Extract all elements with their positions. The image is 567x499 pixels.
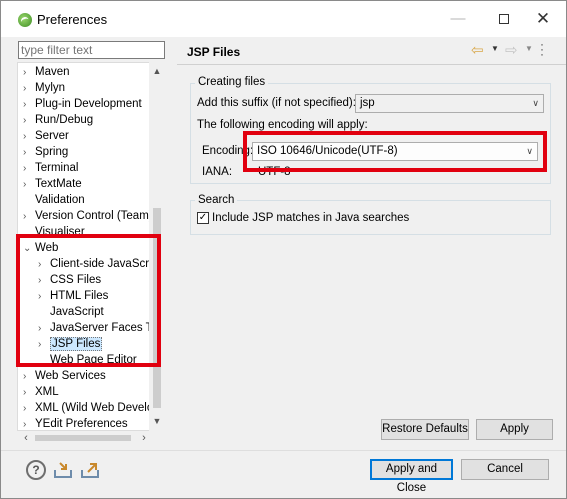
chevron-right-icon[interactable]: › [23, 401, 35, 417]
chevron-right-icon[interactable]: › [23, 177, 35, 193]
tree-item-yedit-preferences[interactable]: › YEdit Preferences [23, 416, 128, 430]
tree-item-xml-wild-web-developer[interactable]: › XML (Wild Web Developer) [23, 400, 165, 417]
tree-item-terminal[interactable]: › Terminal [23, 160, 78, 176]
tree-item-spring[interactable]: › Spring [23, 144, 68, 160]
chevron-right-icon[interactable]: › [23, 65, 35, 81]
tree-item-plugin-development[interactable]: › Plug-in Development [23, 96, 142, 112]
tree-item-label: XML [35, 386, 59, 398]
include-jsp-label[interactable]: Include JSP matches in Java searches [212, 212, 409, 224]
tree-item-maven[interactable]: › Maven [23, 64, 70, 80]
close-button[interactable]: ✕ [520, 1, 566, 37]
import-icon[interactable] [53, 460, 73, 480]
tree-item-web-services[interactable]: › Web Services [23, 368, 106, 384]
apply-and-close-button[interactable]: Apply and Close [370, 459, 453, 494]
chevron-down-icon: ∨ [532, 98, 539, 108]
forward-arrow-icon[interactable]: ⇨ [505, 41, 518, 59]
window-title: Preferences [37, 12, 108, 27]
preferences-window: Preferences — ✕ ›Maven ›Mylyn ›Plug-in D… [0, 0, 567, 499]
help-icon[interactable]: ? [26, 460, 46, 480]
page-title: JSP Files [187, 45, 241, 59]
tree-item-server[interactable]: › Server [23, 128, 69, 144]
tree-item-label: XML (Wild Web Developer) [35, 402, 165, 414]
chevron-right-icon[interactable]: › [23, 97, 35, 113]
export-icon[interactable] [80, 460, 100, 480]
tree-item-run-debug[interactable]: › Run/Debug [23, 112, 93, 128]
cancel-button[interactable]: Cancel [461, 459, 549, 480]
chevron-right-icon[interactable]: › [23, 129, 35, 145]
tree-horizontal-scrollbar[interactable]: ‹ › [17, 431, 165, 445]
tree-item-label: Spring [35, 146, 69, 158]
annotation-highlight-web-group [16, 234, 161, 367]
tree-item-label: Plug-in Development [35, 98, 142, 110]
creating-files-label: Creating files [195, 76, 269, 88]
encoding-note: The following encoding will apply: [197, 119, 368, 131]
suffix-value: jsp [360, 97, 375, 109]
chevron-right-icon[interactable]: › [23, 209, 35, 225]
tree-item-label: TextMate [35, 178, 82, 190]
title-separator [177, 64, 566, 65]
scroll-down-icon[interactable]: ▼ [149, 414, 165, 428]
chevron-right-icon[interactable]: › [23, 417, 35, 430]
eclipse-app-icon [18, 13, 32, 27]
tree-item-mylyn[interactable]: › Mylyn [23, 80, 65, 96]
tree-item-label: Version Control (Team) [35, 210, 153, 222]
scroll-left-icon[interactable]: ‹ [19, 431, 33, 445]
footer-separator [1, 450, 566, 451]
iana-label: IANA: [202, 166, 233, 178]
tree-item-xml[interactable]: › XML [23, 384, 59, 400]
tree-item-label: Server [35, 130, 69, 142]
tree-item-label: Mylyn [35, 82, 66, 94]
tree-item-version-control[interactable]: › Version Control (Team) [23, 208, 153, 224]
suffix-select[interactable]: jsp ∨ [355, 94, 544, 113]
filter-input[interactable] [18, 41, 165, 59]
tree-item-label: Web Services [35, 370, 106, 382]
chevron-right-icon[interactable]: › [23, 81, 35, 97]
search-label: Search [195, 194, 238, 206]
chevron-right-icon[interactable]: › [23, 113, 35, 129]
chevron-right-icon[interactable]: › [23, 145, 35, 161]
tree-item-label: Terminal [35, 162, 79, 174]
back-history-dropdown-icon[interactable]: ▼ [491, 44, 499, 53]
title-bar: Preferences — ✕ [1, 1, 566, 37]
tree-item-label: Maven [35, 66, 70, 78]
minimize-button[interactable]: — [435, 1, 481, 37]
include-jsp-checkbox[interactable]: ✓ [197, 212, 209, 224]
scroll-right-icon[interactable]: › [137, 431, 151, 445]
scroll-up-icon[interactable]: ▲ [149, 64, 165, 78]
tree-item-label: YEdit Preferences [35, 418, 128, 430]
forward-history-dropdown-icon[interactable]: ▼ [525, 44, 533, 53]
suffix-label: Add this suffix (if not specified): [197, 97, 356, 109]
apply-button[interactable]: Apply [476, 419, 553, 440]
chevron-right-icon[interactable]: › [23, 369, 35, 385]
scrollbar-thumb[interactable] [35, 435, 131, 441]
view-menu-icon[interactable]: · · · [540, 38, 546, 60]
restore-defaults-button[interactable]: Restore Defaults [381, 419, 469, 440]
chevron-right-icon[interactable]: › [23, 161, 35, 177]
tree-item-label: Run/Debug [35, 114, 94, 126]
tree-item-validation[interactable]: Validation [23, 192, 85, 208]
tree-item-label: Validation [35, 194, 85, 206]
maximize-icon [499, 14, 509, 24]
tree-item-textmate[interactable]: › TextMate [23, 176, 82, 192]
chevron-right-icon[interactable]: › [23, 385, 35, 401]
back-arrow-icon[interactable]: ⇦ [471, 41, 484, 59]
annotation-highlight-encoding [243, 131, 547, 172]
